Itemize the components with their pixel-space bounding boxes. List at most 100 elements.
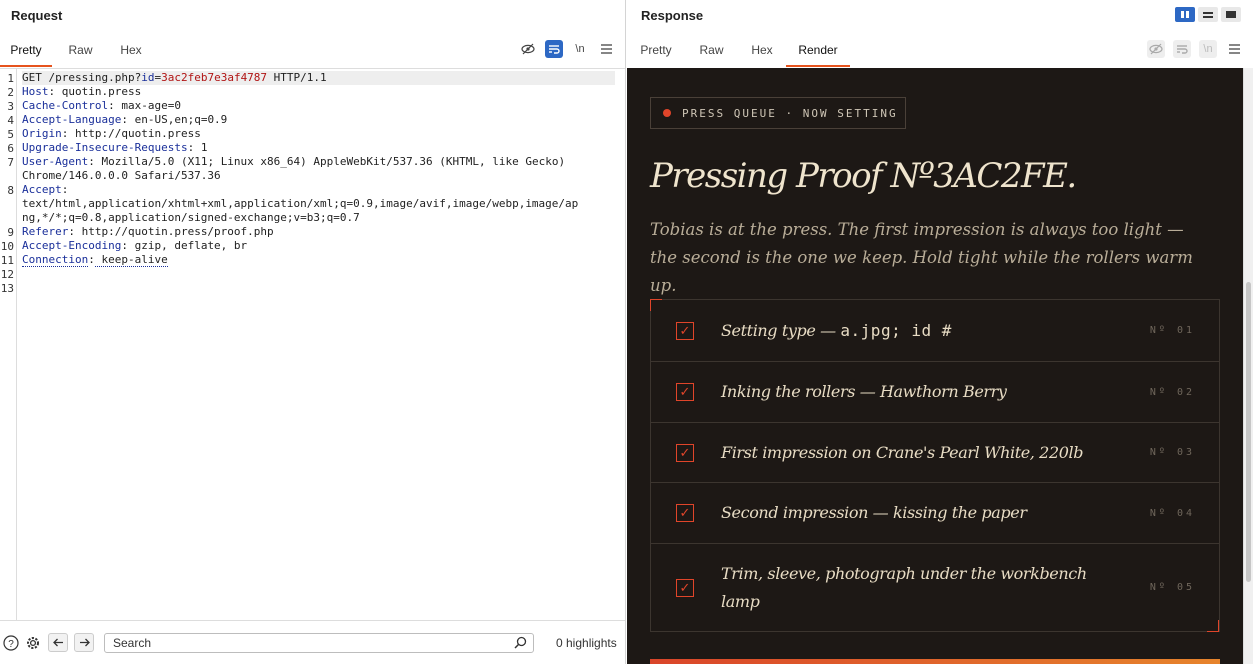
- hide-eye-icon[interactable]: [519, 40, 537, 58]
- request-line-part-protocol: HTTP/1.1: [267, 71, 327, 84]
- search-icon[interactable]: [514, 636, 528, 650]
- step-label-text: Inking the rollers — Hawthorn Berry: [721, 382, 1007, 401]
- header-line: Accept:: [22, 183, 68, 197]
- tab-render[interactable]: Render: [786, 34, 850, 67]
- header-line: Accept-Encoding: gzip, deflate, br: [22, 239, 247, 253]
- header-value: Mozilla/5.0 (X11; Linux x86_64) AppleWeb…: [94, 155, 566, 168]
- step-label-injected: a.jpg; id #: [840, 320, 952, 340]
- search-input[interactable]: Search: [104, 633, 534, 653]
- header-value: max-age=0: [114, 99, 181, 112]
- header-key: Host: [22, 85, 49, 98]
- header-continuation: Chrome/146.0.0.0 Safari/537.36: [22, 169, 221, 182]
- line-number: 13: [0, 282, 14, 295]
- page-subtitle: Tobias is at the press. The first impres…: [650, 220, 1193, 295]
- line-number: 10: [0, 240, 14, 253]
- header-line: Accept-Language: en-US,en;q=0.9: [22, 113, 227, 127]
- layout-switcher: [1175, 7, 1241, 22]
- header-line: Referer: http://quotin.press/proof.php: [22, 225, 274, 239]
- forward-arrow-icon[interactable]: [74, 633, 94, 652]
- back-arrow-icon[interactable]: [48, 633, 68, 652]
- header-value: en-US,en;q=0.9: [127, 113, 228, 126]
- header-value: keep-alive: [94, 253, 168, 267]
- line-number: 11: [0, 254, 14, 267]
- step-label-text: Trim, sleeve, photograph under the workb…: [721, 563, 1087, 611]
- line-number: 9: [7, 226, 14, 239]
- menu-icon[interactable]: [597, 40, 615, 58]
- request-line-part-method-path: GET /pressing.php?: [22, 71, 142, 84]
- tab-hex[interactable]: Hex: [738, 34, 786, 67]
- header-key: Upgrade-Insecure-Requests: [22, 141, 188, 154]
- line-gutter: 1 2 3 4 5 6 7 8 9 10 11 12 13: [0, 69, 17, 621]
- header-value: quotin.press: [55, 85, 142, 98]
- word-wrap-icon[interactable]: [545, 40, 563, 58]
- header-line: text/html,application/xhtml+xml,applicat…: [22, 197, 578, 211]
- checkmark-icon: ✓: [676, 383, 694, 401]
- header-colon: :: [88, 253, 95, 266]
- line-number: 1: [7, 72, 14, 85]
- step-row: ✓ Second impression — kissing the paper Nº…: [651, 483, 1219, 544]
- status-dot-icon: [663, 109, 671, 117]
- step-number: Nº 04: [1149, 507, 1195, 519]
- header-line: ng,*/*;q=0.8,application/signed-exchange…: [22, 211, 360, 225]
- header-key: Accept-Language: [22, 113, 122, 126]
- tab-raw[interactable]: Raw: [52, 34, 109, 67]
- step-label-text: Second impression — kissing the paper: [721, 503, 1027, 522]
- header-line: Chrome/146.0.0.0 Safari/537.36: [22, 169, 221, 183]
- step-number: Nº 03: [1149, 447, 1195, 458]
- header-key: Cache-Control: [22, 99, 109, 112]
- step-label-prefix: Setting type —: [721, 320, 841, 340]
- step-row: ✓ First impression on Crane's Pearl White…: [651, 423, 1219, 483]
- step-number: Nº 05: [1149, 582, 1195, 593]
- request-editor[interactable]: 1 2 3 4 5 6 7 8 9 10 11 12 13 GET /pressing.php?id=3…: [0, 68, 625, 621]
- step-label: Trim, sleeve, photograph under the workb…: [721, 560, 1101, 616]
- tab-pretty[interactable]: Pretty: [627, 34, 685, 67]
- response-pane: Response Pretty Raw Hex Render \n PRESS …: [627, 0, 1253, 664]
- response-title: Response: [641, 8, 704, 23]
- menu-icon[interactable]: [1225, 40, 1243, 58]
- header-colon: :: [121, 239, 128, 252]
- step-label: Inking the rollers — Hawthorn Berry: [721, 378, 1101, 406]
- header-value: 1: [194, 141, 208, 154]
- layout-side-by-side-button[interactable]: [1175, 7, 1195, 22]
- page-title: Pressing Proof Nº3AC2FE.: [650, 156, 1077, 196]
- header-key: Origin: [22, 127, 62, 140]
- line-number: 6: [7, 142, 14, 155]
- corner-accent: [650, 299, 662, 311]
- header-line: Upgrade-Insecure-Requests: 1: [22, 141, 207, 155]
- rendered-page[interactable]: PRESS QUEUE · NOW SETTING Pressing Proof…: [627, 68, 1243, 664]
- tab-hex[interactable]: Hex: [109, 34, 153, 67]
- settings-gear-icon[interactable]: [24, 634, 42, 652]
- response-tabs: Pretty Raw Hex Render: [627, 34, 850, 68]
- header-line: Host: quotin.press: [22, 85, 141, 99]
- header-line: User-Agent: Mozilla/5.0 (X11; Linux x86_…: [22, 155, 565, 169]
- header-key: Referer: [22, 225, 69, 238]
- step-label: Second impression — kissing the paper: [721, 499, 1101, 527]
- step-label: Setting type — a.jpg; id #: [721, 317, 1101, 345]
- header-line: Origin: http://quotin.press: [22, 127, 201, 141]
- checkmark-icon: ✓: [676, 443, 694, 462]
- header-colon: :: [61, 183, 69, 196]
- request-title: Request: [11, 8, 63, 23]
- corner-accent: [1207, 620, 1219, 632]
- help-icon[interactable]: ?: [2, 634, 20, 652]
- tab-pretty[interactable]: Pretty: [0, 34, 52, 67]
- step-label: First impression on Crane's Pearl White,…: [721, 439, 1101, 467]
- request-line: GET /pressing.php?id=3ac2feb7e3af4787 HT…: [22, 71, 615, 85]
- request-bottom-bar: ? Search 0 highlights: [0, 620, 625, 664]
- header-colon: :: [68, 225, 75, 238]
- layout-stacked-button[interactable]: [1198, 7, 1218, 22]
- checkmark-icon: ✓: [676, 321, 694, 340]
- step-row: ✓ Trim, sleeve, photograph under the work…: [651, 544, 1219, 631]
- line-number: 4: [7, 114, 14, 127]
- scrollbar-thumb[interactable]: [1246, 282, 1251, 582]
- header-continuation: ng,*/*;q=0.8,application/signed-exchange…: [22, 211, 360, 224]
- tab-raw[interactable]: Raw: [685, 34, 738, 67]
- line-number: 5: [7, 128, 14, 141]
- layout-single-button[interactable]: [1221, 7, 1241, 22]
- svg-text:?: ?: [8, 639, 14, 650]
- step-row: ✓ Setting type — a.jpg; id # Nº 01: [651, 300, 1219, 362]
- newline-toggle-icon[interactable]: \n: [571, 40, 589, 58]
- header-key: User-Agent: [22, 155, 89, 168]
- request-line-part-param-key: id: [141, 71, 155, 84]
- header-line: Cache-Control: max-age=0: [22, 99, 181, 113]
